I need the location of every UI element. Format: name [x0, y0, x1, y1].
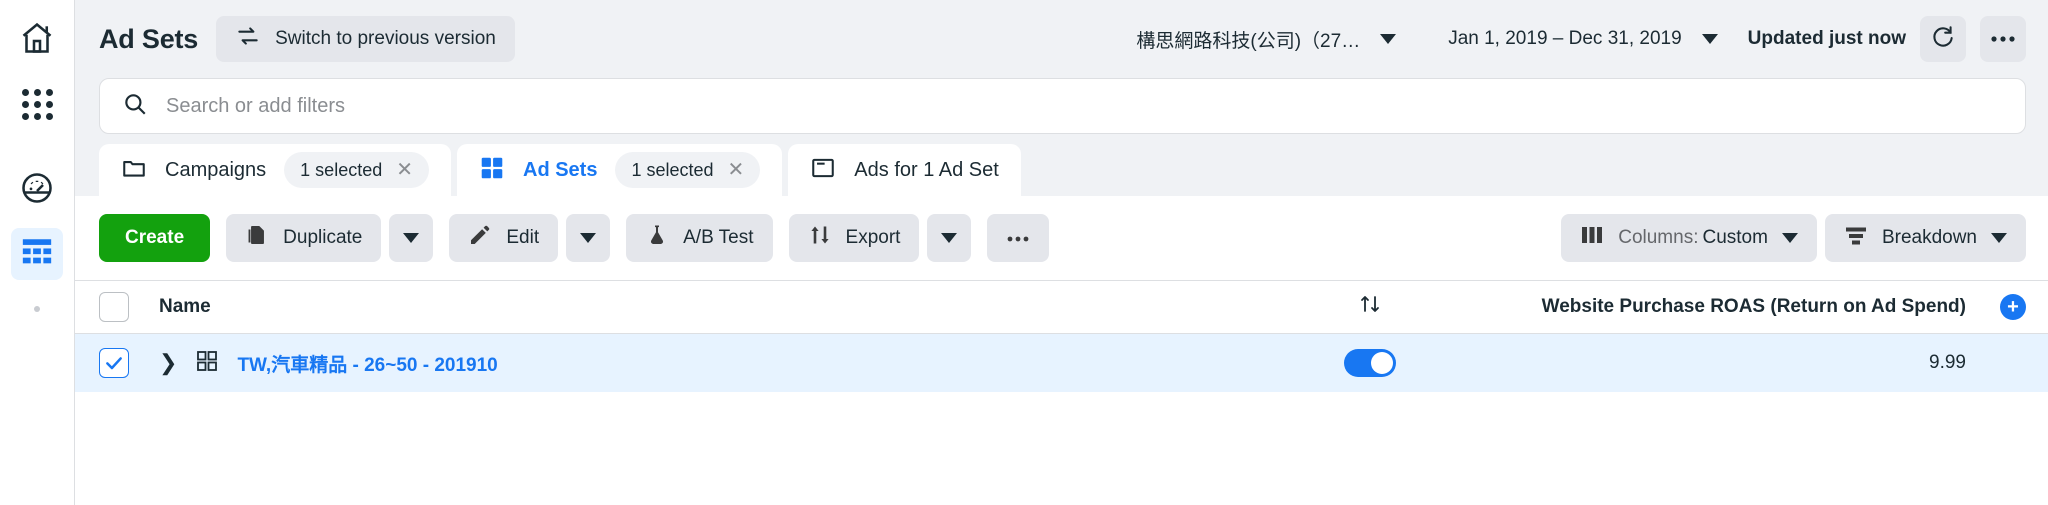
create-label: Create [125, 227, 185, 248]
switch-version-label: Switch to previous version [275, 28, 496, 49]
four-squares-icon [479, 155, 505, 186]
create-button[interactable]: Create [99, 214, 211, 262]
apps-grid-icon [21, 88, 53, 120]
row-roas-value: 9.99 [1929, 352, 1966, 373]
columns-prefix-label: Columns: [1618, 227, 1699, 248]
chevron-down-icon [1701, 34, 1718, 44]
date-range-label: Jan 1, 2019 – Dec 31, 2019 [1448, 28, 1682, 49]
chevron-down-icon [1991, 233, 2007, 243]
table-header: Name Website Purchase ROAS (Return on Ad… [75, 280, 2048, 334]
plus-icon[interactable]: + [2000, 294, 2026, 320]
duplicate-label: Duplicate [283, 227, 363, 248]
select-all-checkbox[interactable] [99, 292, 129, 322]
refresh-button[interactable] [1920, 16, 1966, 62]
sidebar-item-all-tools[interactable] [11, 78, 63, 130]
window-icon [810, 155, 836, 186]
content-panel: Create Duplicate Edit A/B Test Export Co… [75, 196, 2048, 505]
breakdown-button[interactable]: Breakdown [1824, 214, 2026, 262]
column-header-name[interactable]: Name [129, 296, 1260, 318]
breakdown-icon [1844, 224, 1868, 252]
sidebar-item-ads-manager[interactable] [11, 228, 63, 280]
copy-icon [245, 223, 269, 253]
table-row[interactable]: ❯ TW,汽車精品 - 26~50 - 201910 9.99 [75, 334, 2048, 392]
home-icon [19, 20, 55, 61]
chevron-down-icon [1781, 233, 1798, 243]
row-status-cell [1260, 349, 1480, 377]
ad-account-selector[interactable]: 構思網路科技(公司)（27… [1136, 26, 1397, 53]
column-header-name-label: Name [159, 296, 211, 317]
export-button[interactable]: Export [788, 214, 920, 262]
row-name-link[interactable]: TW,汽車精品 - 26~50 - 201910 [237, 350, 497, 377]
flask-icon [645, 223, 669, 253]
chevron-right-icon[interactable]: ❯ [159, 350, 177, 376]
sidebar-item-performance[interactable] [11, 164, 63, 216]
sidebar-item-home[interactable] [11, 14, 63, 66]
sort-icon [1358, 293, 1382, 321]
duplicate-button[interactable]: Duplicate [226, 214, 382, 262]
main-area: Ad Sets Switch to previous version 構思網路科… [75, 0, 2048, 505]
tab-campaigns-badge: 1 selected ✕ [284, 152, 429, 188]
tab-ad-sets-label: Ad Sets [523, 158, 598, 181]
table-icon [20, 235, 54, 274]
row-name-cell: ❯ TW,汽車精品 - 26~50 - 201910 [129, 349, 1260, 378]
chevron-down-icon [403, 233, 420, 243]
action-toolbar: Create Duplicate Edit A/B Test Export Co… [75, 196, 2048, 280]
tab-campaigns-badge-label: 1 selected [300, 159, 383, 180]
export-dropdown-button[interactable] [927, 214, 972, 262]
left-rail [0, 0, 75, 505]
row-checkbox[interactable] [99, 348, 129, 378]
column-header-roas-label: Website Purchase ROAS (Return on Ad Spen… [1541, 296, 1966, 317]
chevron-down-icon [580, 233, 597, 243]
gauge-icon [19, 170, 55, 211]
edit-button[interactable]: Edit [449, 214, 559, 262]
toolbar-more-button[interactable] [987, 214, 1050, 262]
tab-ad-sets-badge: 1 selected ✕ [615, 152, 761, 188]
tab-campaigns[interactable]: Campaigns 1 selected ✕ [99, 144, 451, 196]
switch-to-previous-version-button[interactable]: Switch to previous version [216, 16, 515, 62]
page-title: Ad Sets [99, 23, 199, 54]
tab-ads[interactable]: Ads for 1 Ad Set [788, 144, 1021, 196]
search-bar[interactable]: Search or add filters [99, 78, 2026, 134]
close-icon[interactable]: ✕ [396, 160, 413, 180]
ab-test-label: A/B Test [683, 227, 754, 248]
ab-test-button[interactable]: A/B Test [626, 214, 773, 262]
edit-label: Edit [506, 227, 540, 248]
tab-campaigns-label: Campaigns [165, 158, 267, 181]
more-options-button[interactable] [1980, 16, 2026, 62]
refresh-icon [1930, 24, 1956, 55]
column-sort-control[interactable] [1260, 293, 1480, 321]
columns-icon [1580, 224, 1604, 252]
pencil-icon [468, 223, 492, 253]
breakdown-label: Breakdown [1881, 227, 1977, 248]
column-header-roas[interactable]: Website Purchase ROAS (Return on Ad Spen… [1480, 296, 2000, 318]
four-squares-icon [195, 349, 219, 378]
search-icon [122, 91, 148, 122]
ellipsis-icon [1990, 30, 2016, 48]
folder-icon [121, 155, 147, 186]
ads-manager-window: Ad Sets Switch to previous version 構思網路科… [0, 0, 2048, 505]
swap-icon [235, 23, 261, 55]
search-area: Search or add filters [75, 78, 2048, 134]
ellipsis-icon [1006, 227, 1030, 249]
search-input[interactable]: Search or add filters [166, 95, 345, 118]
top-bar: Ad Sets Switch to previous version 構思網路科… [75, 0, 2048, 78]
rail-divider-dot [34, 306, 40, 312]
status-toggle[interactable] [1344, 349, 1396, 377]
columns-button[interactable]: Columns: Custom [1561, 214, 1817, 262]
duplicate-dropdown-button[interactable] [389, 214, 434, 262]
ad-account-name: 構思網路科技(公司)（27… [1136, 30, 1361, 52]
close-icon[interactable]: ✕ [728, 160, 745, 180]
chevron-down-icon [941, 233, 958, 243]
tab-ad-sets[interactable]: Ad Sets 1 selected ✕ [457, 144, 783, 196]
chevron-down-icon [1380, 34, 1397, 44]
tab-bar: Campaigns 1 selected ✕ Ad Sets 1 selecte… [75, 134, 2048, 196]
date-range-selector[interactable]: Jan 1, 2019 – Dec 31, 2019 [1448, 28, 1718, 50]
columns-value-label: Custom [1702, 227, 1768, 248]
updown-arrows-icon [808, 223, 832, 253]
edit-dropdown-button[interactable] [566, 214, 611, 262]
export-label: Export [845, 227, 901, 248]
tab-ads-label: Ads for 1 Ad Set [854, 158, 999, 181]
tab-ad-sets-badge-label: 1 selected [631, 159, 714, 180]
updated-status: Updated just now [1747, 28, 1906, 49]
